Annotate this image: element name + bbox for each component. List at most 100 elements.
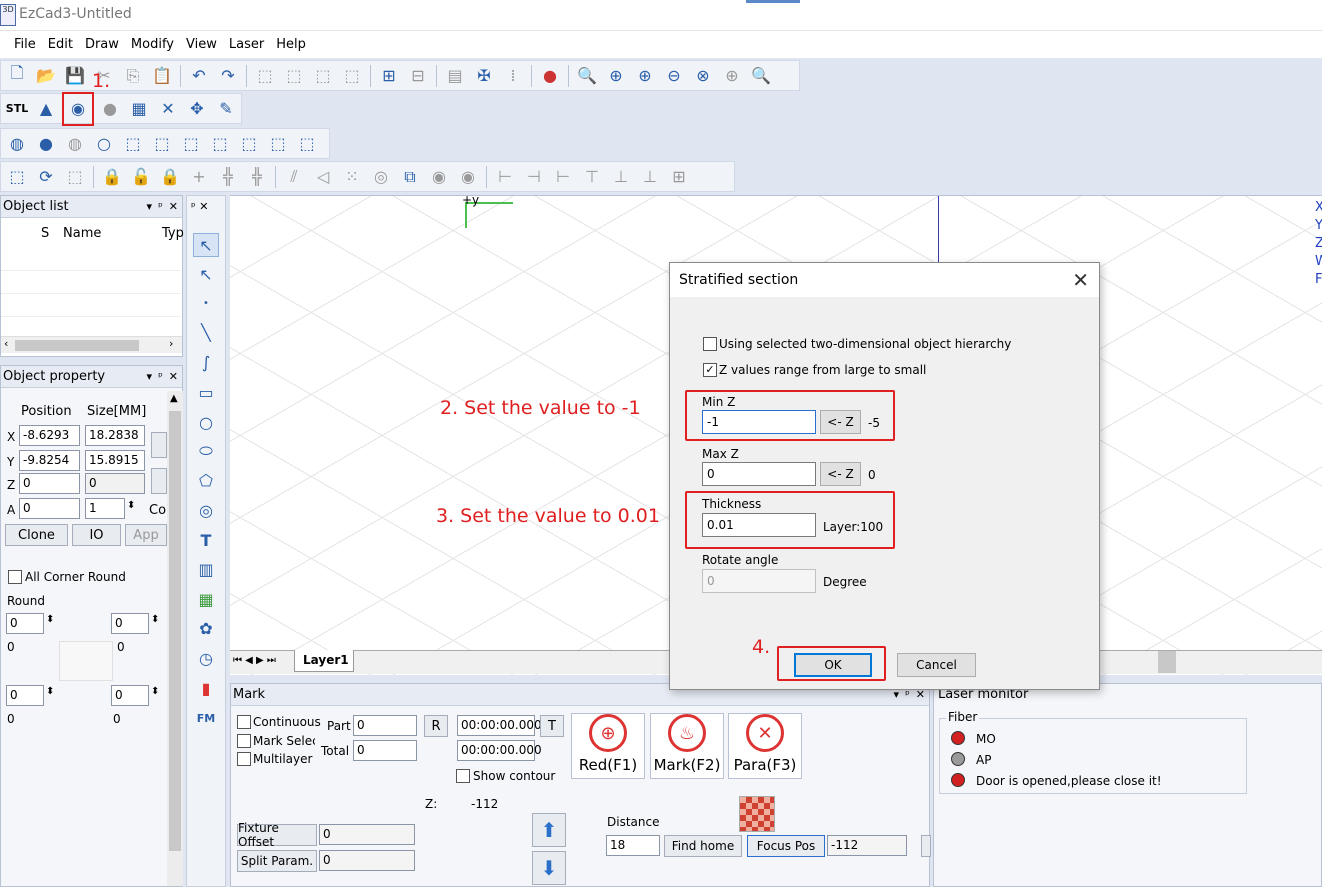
grid-2-icon[interactable]: ╬ <box>244 164 270 190</box>
unlock-icon[interactable]: 🔓 <box>128 164 154 190</box>
rotate-node-icon[interactable]: ⟳ <box>33 164 59 190</box>
align-icon[interactable]: ▤ <box>442 63 468 89</box>
eye-icon[interactable]: ◉ <box>426 164 452 190</box>
redo-icon[interactable]: ↷ <box>215 63 241 89</box>
rotate-angle-field[interactable]: 0 <box>702 569 816 593</box>
rectangle-icon[interactable]: ▭ <box>193 380 219 404</box>
spin-icon[interactable]: ⬍ <box>151 614 159 625</box>
position-y-field[interactable]: -9.8254 <box>19 450 80 471</box>
cube-5-icon[interactable]: ⬚ <box>236 131 262 157</box>
dropdown-icon[interactable]: ▾ <box>147 200 153 213</box>
circle-icon[interactable]: ○ <box>91 131 117 157</box>
save-file-icon[interactable]: 💾 <box>62 63 88 89</box>
pin-icon[interactable]: ᵖ <box>158 370 163 383</box>
para-button[interactable]: ✕ Para(F3) <box>728 713 802 779</box>
spiral-icon[interactable]: ◎ <box>193 498 219 522</box>
size-x-field[interactable]: 18.2838 <box>85 425 145 446</box>
cube-6-icon[interactable]: ⬚ <box>265 131 291 157</box>
reset-time-button[interactable]: T <box>540 715 564 737</box>
mark-select-checkbox[interactable] <box>237 734 251 748</box>
dots-grid-icon[interactable]: ⁙ <box>339 164 365 190</box>
distribute-icon[interactable]: ⊞ <box>666 164 692 190</box>
ellipse-icon[interactable]: ⬭ <box>193 439 219 463</box>
position-a-field[interactable]: 0 <box>19 498 80 519</box>
stratified-section-icon[interactable]: ◉ <box>62 91 94 126</box>
zoom-plus-icon[interactable]: ⊕ <box>603 63 629 89</box>
menu-edit[interactable]: Edit <box>42 37 79 52</box>
eye-2-icon[interactable]: ◉ <box>455 164 481 190</box>
text-3d-icon[interactable]: ● <box>97 96 123 122</box>
pin-icon[interactable]: ᵖ <box>158 200 163 213</box>
vector-file-icon[interactable]: ✿ <box>193 616 219 640</box>
menu-laser[interactable]: Laser <box>223 37 270 52</box>
fixture-offset-field[interactable]: 0 <box>319 824 415 845</box>
bitmap-icon[interactable]: ▦ <box>193 587 219 611</box>
io-button[interactable]: IO <box>72 524 121 546</box>
canvas-scroll-thumb[interactable] <box>1158 651 1176 673</box>
output-port-icon[interactable]: FM <box>193 706 219 730</box>
total-field[interactable]: 0 <box>353 740 417 761</box>
max-z-field[interactable]: 0 <box>702 462 816 486</box>
round-field-5[interactable]: 0 <box>6 685 44 706</box>
stl-button[interactable]: STL <box>4 96 30 122</box>
arrow-left-icon[interactable]: ◁ <box>310 164 336 190</box>
cross-arrow-icon[interactable]: ✕ <box>155 96 181 122</box>
distance-field[interactable]: 18 <box>606 835 660 856</box>
focus-pos-field[interactable]: -112 <box>827 835 907 856</box>
size-a-field[interactable]: 1 <box>85 498 125 519</box>
part-field[interactable]: 0 <box>353 715 417 736</box>
apply-button[interactable]: App <box>125 524 167 546</box>
spin-icon[interactable]: ⬍ <box>46 686 54 697</box>
node-plus-icon[interactable]: + <box>186 164 212 190</box>
array-icon[interactable]: ⁞ <box>500 63 526 89</box>
align-point-button[interactable] <box>151 468 167 494</box>
max-z-pick-button[interactable]: <- Z <box>820 462 861 486</box>
zoom-window-icon[interactable]: ⊕ <box>632 63 658 89</box>
continuous-checkbox[interactable] <box>237 715 251 729</box>
split-param-field[interactable]: 0 <box>319 850 415 871</box>
z-up-button[interactable]: ⬆ <box>532 813 566 847</box>
zoom-all-icon[interactable]: ⊗ <box>690 63 716 89</box>
focus-pattern-icon[interactable] <box>739 796 775 832</box>
delete-node-icon[interactable]: ⬚ <box>62 164 88 190</box>
position-z-field[interactable]: 0 <box>19 473 80 494</box>
copy-icon[interactable]: ⎘ <box>120 63 146 89</box>
lock-ratio-button[interactable] <box>151 432 167 458</box>
pin-icon[interactable]: ᵖ ✕ <box>191 200 208 213</box>
zoom-in-icon[interactable]: 🔍 <box>574 63 600 89</box>
horizontal-scrollbar[interactable]: ‹ › <box>1 336 182 353</box>
input-port-icon[interactable]: ▮ <box>193 676 219 700</box>
new-file-icon[interactable]: 🗋 <box>4 63 30 89</box>
mirror-icon[interactable]: ⫽ <box>281 164 307 190</box>
text-icon[interactable]: T <box>193 528 219 552</box>
cube-2-icon[interactable]: ⬚ <box>149 131 175 157</box>
tools-icon[interactable]: ✠ <box>471 63 497 89</box>
sphere-icon[interactable]: ● <box>33 131 59 157</box>
scroll-up-icon[interactable]: ▲ <box>170 393 178 404</box>
paste-icon[interactable]: 📋 <box>149 63 175 89</box>
curve-icon[interactable]: ∫ <box>193 350 219 374</box>
size-y-field[interactable]: 15.8915 <box>85 450 145 471</box>
line-icon[interactable]: ╲ <box>193 320 219 344</box>
model-icon[interactable]: ▲ <box>33 96 59 122</box>
scroll-right-icon[interactable]: › <box>169 337 173 350</box>
camera-icon[interactable]: ◎ <box>368 164 394 190</box>
lock-all-icon[interactable]: 🔒 <box>157 164 183 190</box>
multilayer-checkbox[interactable] <box>237 752 251 766</box>
show-contour-checkbox[interactable] <box>456 769 470 783</box>
round-field-2[interactable]: 0 <box>111 613 149 634</box>
barcode-icon[interactable]: ▥ <box>193 557 219 581</box>
z-order-checkbox[interactable]: ✓ <box>703 363 717 377</box>
align-middle-icon[interactable]: ⊥ <box>608 164 634 190</box>
clock-icon[interactable]: ◷ <box>193 646 219 670</box>
zoom-out-icon[interactable]: ⊖ <box>661 63 687 89</box>
menu-draw[interactable]: Draw <box>79 37 125 52</box>
align-bottom-icon[interactable]: ⊥ <box>637 164 663 190</box>
combine-icon[interactable]: ⬚ <box>310 63 336 89</box>
grid-icon[interactable]: ╬ <box>215 164 241 190</box>
scroll-left-icon[interactable]: ‹ <box>4 337 8 350</box>
mark-button[interactable]: ♨ Mark(F2) <box>650 713 724 779</box>
all-corner-round-checkbox[interactable] <box>8 570 22 584</box>
extra-button[interactable] <box>921 835 931 857</box>
cube-7-icon[interactable]: ⬚ <box>294 131 320 157</box>
